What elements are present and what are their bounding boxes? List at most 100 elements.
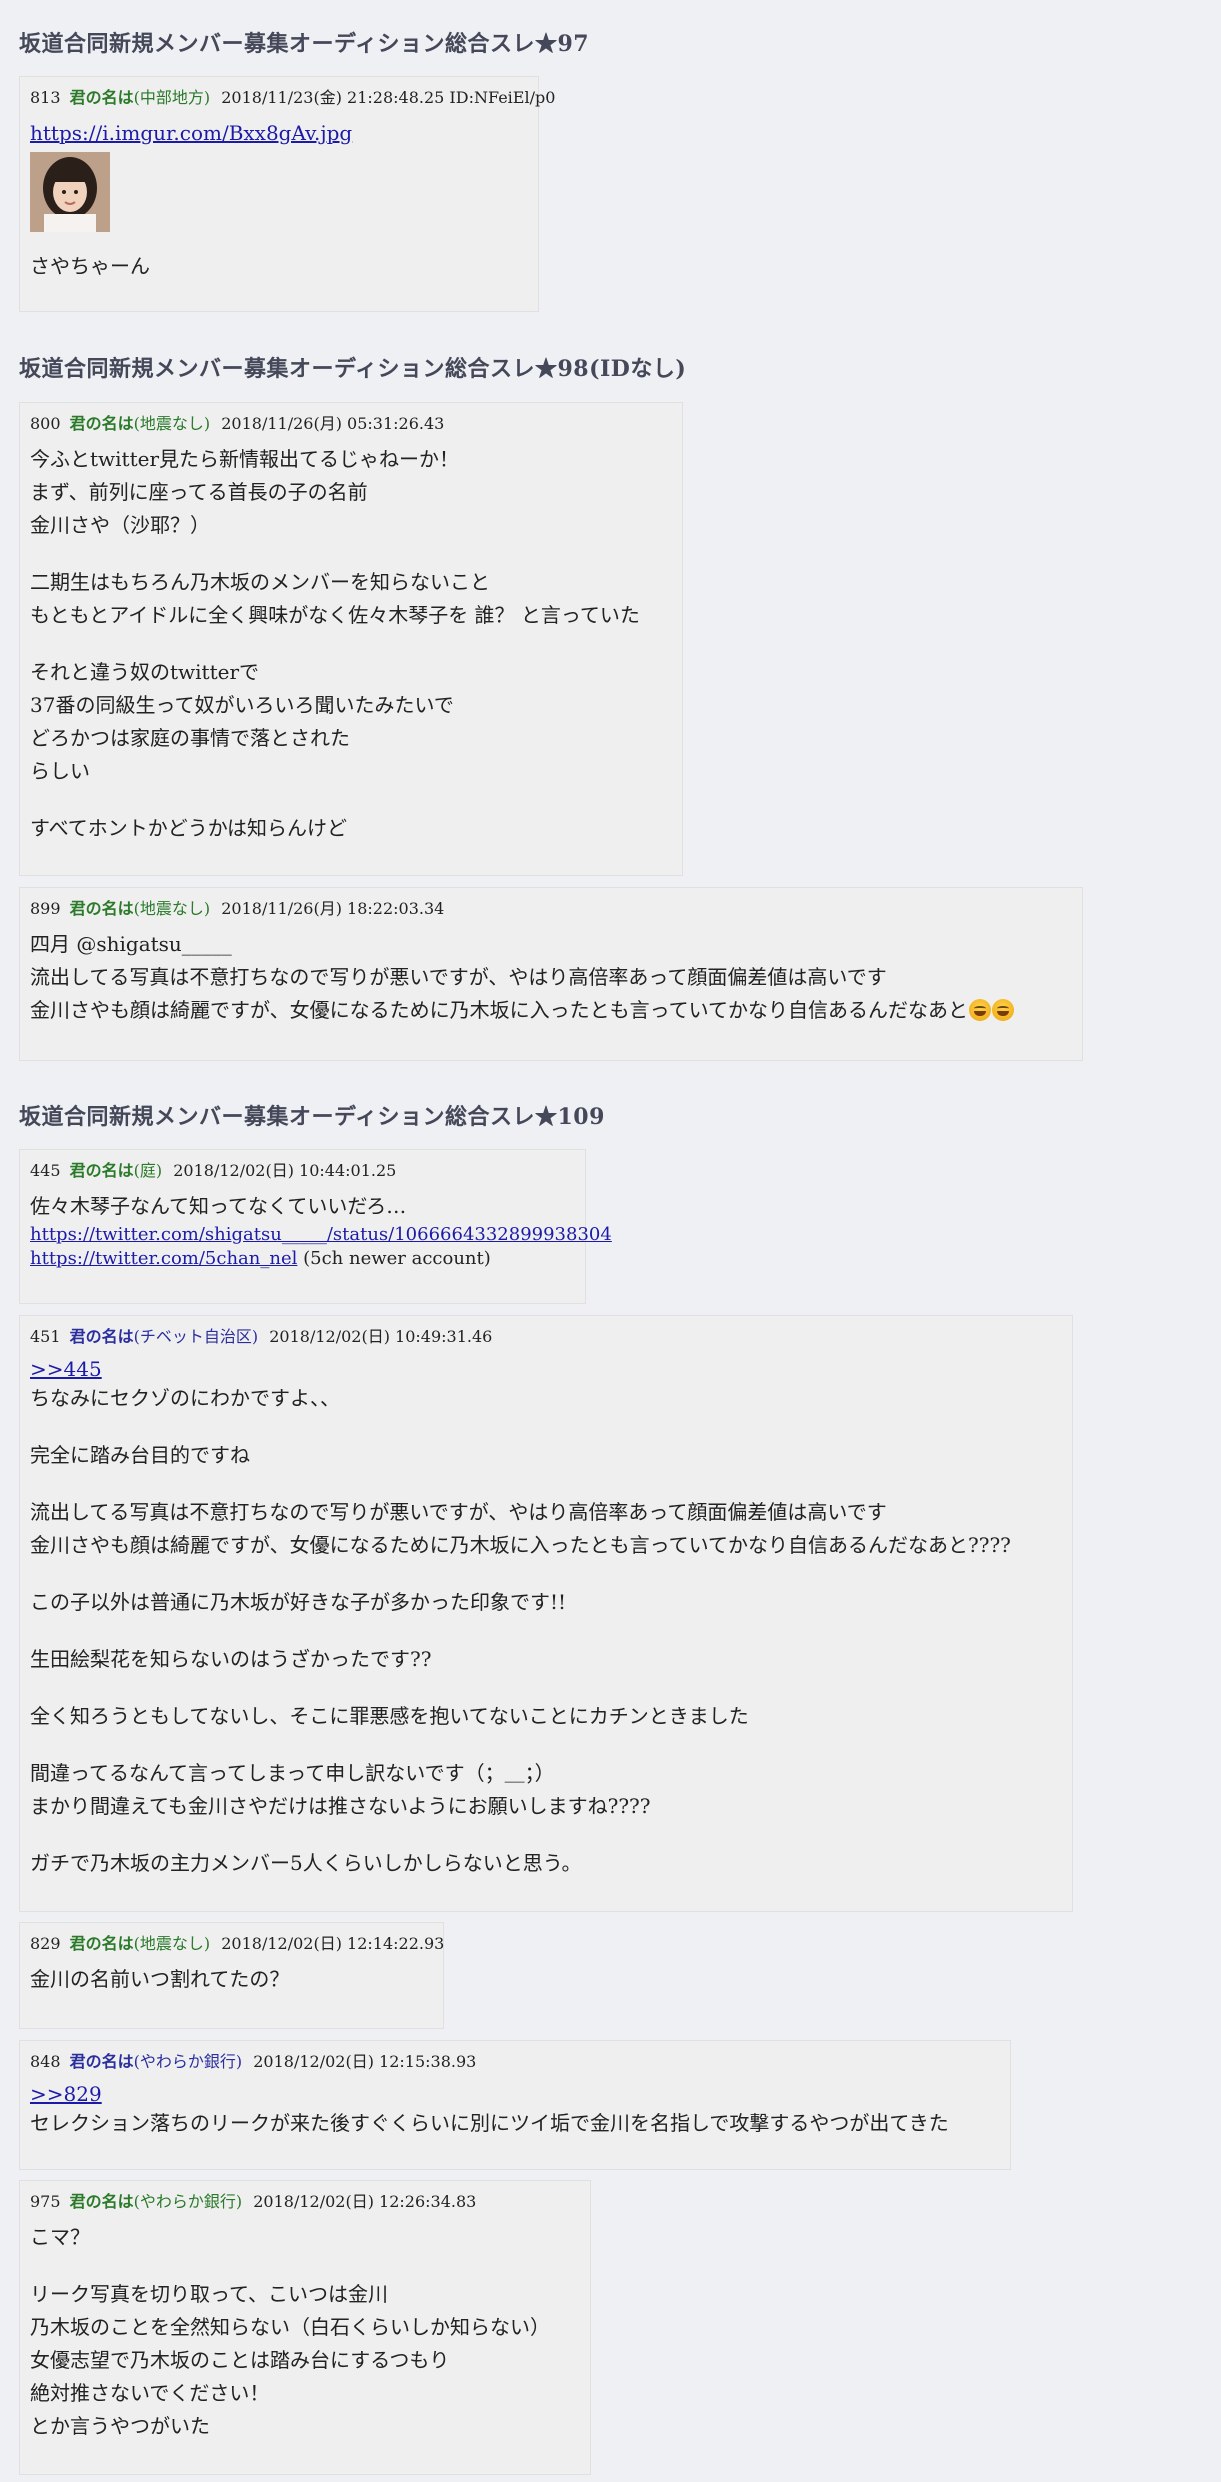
poster-region: (地震なし) xyxy=(133,414,211,433)
post-line: すべてホントかどうかは知らんけど xyxy=(30,816,347,840)
post-header: 899 君の名は(地震なし) 2018/11/26(月) 18:22:03.34 xyxy=(30,898,1072,920)
post-line: 女優志望で乃木坂のことは踏み台にするつもり xyxy=(30,2348,450,2372)
post-445: 445 君の名は(庭) 2018/12/02(日) 10:44:01.25 佐々… xyxy=(19,1149,612,1304)
thread-title: 坂道合同新規メンバー募集オーディション総合スレ★98(IDなし) xyxy=(19,356,687,382)
post-header: 975 君の名は(やわらか銀行) 2018/12/02(日) 12:26:34.… xyxy=(30,2191,580,2213)
post-848: 848 君の名は(やわらか銀行) 2018/12/02(日) 12:15:38.… xyxy=(19,2040,1011,2170)
post-text: 金川の名前いつ割れてたの？ xyxy=(30,1967,290,1991)
post-line: 全く知ろうともしてないし、そこに罪悪感を抱いてないことにカチンときました xyxy=(30,1704,749,1728)
post-body: https://i.imgur.com/Bxx8gAv.jpg さやちゃーん xyxy=(30,117,528,283)
post-date: 2018/11/26(月) 18:22:03.34 xyxy=(221,899,445,918)
post-line: 生田絵梨花を知らないのはうざかったです?? xyxy=(30,1647,432,1671)
post-line: 金川さやも顔は綺麗ですが、女優になるために乃木坂に入ったとも言っていてかなり自信… xyxy=(30,1533,1011,1557)
image-link[interactable]: https://i.imgur.com/Bxx8gAv.jpg xyxy=(30,121,352,145)
post-number: 975 xyxy=(30,2192,61,2211)
post-line: この子以外は普通に乃木坂が好きな子が多かった印象です!! xyxy=(30,1590,567,1614)
poster-region: (中部地方) xyxy=(133,88,211,107)
post-line: 37番の同級生って奴がいろいろ聞いたみたいで xyxy=(30,693,454,717)
post-line: 今ふとtwitter見たら新情報出てるじゃねーか！ xyxy=(30,447,460,471)
grinning-sweat-emoji-icon xyxy=(992,999,1014,1021)
post-header: 451 君の名は(チベット自治区) 2018/12/02(日) 10:49:31… xyxy=(30,1326,1062,1348)
post-date: 2018/11/26(月) 05:31:26.43 xyxy=(221,414,445,433)
post-date: 2018/12/02(日) 12:14:22.93 xyxy=(221,1934,445,1953)
post-813: 813 君の名は(中部地方) 2018/11/23(金) 21:28:48.25… xyxy=(19,76,555,312)
post-body: こマ？ リーク写真を切り取って、こいつは金川 乃木坂のことを全然知らない（白石く… xyxy=(30,2221,580,2443)
post-number: 848 xyxy=(30,2052,61,2071)
twitter-account-link[interactable]: https://twitter.com/5chan_nel xyxy=(30,1248,297,1269)
post-body: >>829 セレクション落ちのリークが来た後すぐくらいに別にツイ垢で金川を名指し… xyxy=(30,2081,1000,2140)
post-975: 975 君の名は(やわらか銀行) 2018/12/02(日) 12:26:34.… xyxy=(19,2180,591,2475)
post-number: 829 xyxy=(30,1934,61,1953)
post-899: 899 君の名は(地震なし) 2018/11/26(月) 18:22:03.34… xyxy=(19,887,1083,1061)
post-line: 流出してる写真は不意打ちなので写りが悪いですが、やはり高倍率あって顔面偏差値は高… xyxy=(30,965,887,989)
post-line: もともとアイドルに全く興味がなく佐々木琴子を 誰？ と言っていた xyxy=(30,603,640,627)
poster-region: (庭) xyxy=(133,1161,163,1180)
post-829: 829 君の名は(地震なし) 2018/12/02(日) 12:14:22.93… xyxy=(19,1922,444,2029)
post-number: 445 xyxy=(30,1161,61,1180)
poster-name: 君の名は xyxy=(69,1161,134,1180)
post-line: ガチで乃木坂の主力メンバー5人くらいしかしらないと思う。 xyxy=(30,1851,582,1875)
poster-region: (やわらか銀行) xyxy=(133,2192,243,2211)
post-body: 四月 @shigatsu_____ 流出してる写真は不意打ちなので写りが悪いです… xyxy=(30,928,1072,1027)
post-line: まかり間違えても金川さやだけは推さないようにお願いしますね???? xyxy=(30,1794,651,1818)
reply-anchor-link[interactable]: >>445 xyxy=(30,1357,102,1381)
post-line: 流出してる写真は不意打ちなので写りが悪いですが、やはり高倍率あって顔面偏差値は高… xyxy=(30,1500,887,1524)
post-line: 金川さや（沙耶？） xyxy=(30,513,210,537)
poster-name: 君の名は xyxy=(69,1327,134,1346)
post-header: 848 君の名は(やわらか銀行) 2018/12/02(日) 12:15:38.… xyxy=(30,2051,1000,2073)
post-number: 813 xyxy=(30,88,61,107)
post-800: 800 君の名は(地震なし) 2018/11/26(月) 05:31:26.43… xyxy=(19,402,683,876)
post-line-with-emoji: 金川さやも顔は綺麗ですが、女優になるために乃木坂に入ったとも言っていてかなり自信… xyxy=(30,994,1072,1027)
poster-name: 君の名は xyxy=(69,414,134,433)
post-header: 800 君の名は(地震なし) 2018/11/26(月) 05:31:26.43 xyxy=(30,413,672,435)
poster-region: (地震なし) xyxy=(133,899,211,918)
post-body: 佐々木琴子なんて知ってなくていいだろ… https://twitter.com/… xyxy=(30,1190,612,1271)
post-text: さやちゃーん xyxy=(30,254,150,278)
reply-anchor-link[interactable]: >>829 xyxy=(30,2082,102,2106)
link-note: (5ch newer account) xyxy=(297,1248,491,1269)
post-line: らしい xyxy=(30,759,90,783)
post-line: どろかつは家庭の事情で落とされた xyxy=(30,726,350,750)
thumbnail-image[interactable] xyxy=(30,152,110,232)
poster-name: 君の名は xyxy=(69,1934,134,1953)
poster-region: (チベット自治区) xyxy=(133,1327,259,1346)
post-451: 451 君の名は(チベット自治区) 2018/12/02(日) 10:49:31… xyxy=(19,1315,1073,1912)
post-header: 445 君の名は(庭) 2018/12/02(日) 10:44:01.25 xyxy=(30,1160,575,1182)
post-body: 金川の名前いつ割れてたの？ xyxy=(30,1963,433,1996)
post-line: 二期生はもちろん乃木坂のメンバーを知らないこと xyxy=(30,570,490,594)
poster-region: (やわらか銀行) xyxy=(133,2052,243,2071)
post-date: 2018/12/02(日) 10:49:31.46 xyxy=(269,1327,493,1346)
poster-name: 君の名は xyxy=(69,2052,134,2071)
post-line: とか言うやつがいた xyxy=(30,2414,210,2438)
post-body: >>445 ちなみにセクゾのにわかですよ、、 完全に踏み台目的ですね 流出してる… xyxy=(30,1356,1062,1880)
post-header: 813 君の名は(中部地方) 2018/11/23(金) 21:28:48.25… xyxy=(30,87,555,109)
post-line: こマ？ xyxy=(30,2225,90,2249)
post-number: 451 xyxy=(30,1327,61,1346)
post-body: 今ふとtwitter見たら新情報出てるじゃねーか！ まず、前列に座ってる首長の子… xyxy=(30,443,672,845)
post-line: 四月 @shigatsu_____ xyxy=(30,932,232,956)
post-line: 絶対推さないでください！ xyxy=(30,2381,270,2405)
thread-title: 坂道合同新規メンバー募集オーディション総合スレ★109 xyxy=(19,1104,605,1130)
thread-title: 坂道合同新規メンバー募集オーディション総合スレ★97 xyxy=(19,31,590,57)
poster-name: 君の名は xyxy=(69,88,134,107)
post-date: 2018/12/02(日) 10:44:01.25 xyxy=(173,1161,397,1180)
post-header: 829 君の名は(地震なし) 2018/12/02(日) 12:14:22.93 xyxy=(30,1933,444,1955)
post-number: 800 xyxy=(30,414,61,433)
post-line: リーク写真を切り取って、こいつは金川 xyxy=(30,2282,388,2306)
post-line: 金川さやも顔は綺麗ですが、女優になるために乃木坂に入ったとも言っていてかなり自信… xyxy=(30,998,968,1022)
post-line: ちなみにセクゾのにわかですよ、、 xyxy=(30,1386,340,1410)
post-date: 2018/11/23(金) 21:28:48.25 ID:NFeiEl/p0 xyxy=(221,88,556,107)
post-line: それと違う奴のtwitterで xyxy=(30,660,260,684)
poster-region: (地震なし) xyxy=(133,1934,211,1953)
twitter-status-link[interactable]: https://twitter.com/shigatsu_____/status… xyxy=(30,1224,612,1245)
post-text: セレクション落ちのリークが来た後すぐくらいに別にツイ垢で金川を名指しで攻撃するや… xyxy=(30,2111,949,2135)
post-date: 2018/12/02(日) 12:15:38.93 xyxy=(253,2052,477,2071)
post-line: 間違ってるなんて言ってしまって申し訳ないです（；＿；） xyxy=(30,1761,555,1785)
post-date: 2018/12/02(日) 12:26:34.83 xyxy=(253,2192,477,2211)
poster-name: 君の名は xyxy=(69,2192,134,2211)
grinning-sweat-emoji-icon xyxy=(969,999,991,1021)
post-line: 完全に踏み台目的ですね xyxy=(30,1443,250,1467)
poster-name: 君の名は xyxy=(69,899,134,918)
post-line: まず、前列に座ってる首長の子の名前 xyxy=(30,480,368,504)
post-text: 佐々木琴子なんて知ってなくていいだろ… xyxy=(30,1194,407,1218)
